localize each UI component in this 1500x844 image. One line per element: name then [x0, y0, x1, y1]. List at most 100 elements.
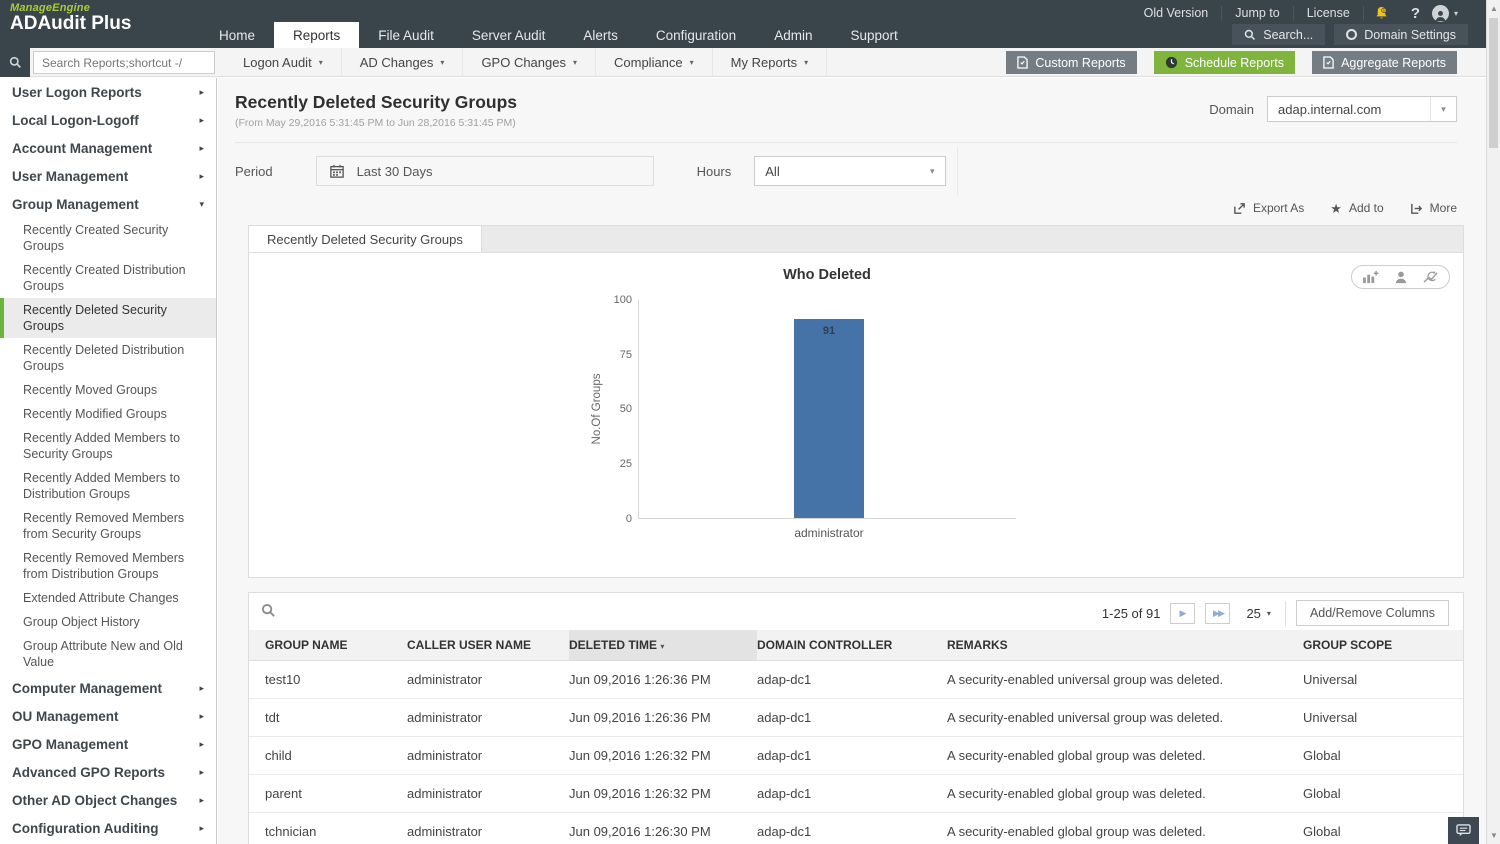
nav-server-audit[interactable]: Server Audit — [453, 22, 565, 48]
topbar-links: Old Version Jump to License ! ? ▾ — [1131, 4, 1458, 22]
col-group-scope[interactable]: GROUP SCOPE — [1303, 630, 1463, 661]
help-icon[interactable]: ? — [1411, 5, 1420, 22]
chevron-down-icon: ▾ — [199, 199, 204, 210]
cell-group-scope: Global — [1303, 775, 1463, 813]
bar-value-label: 91 — [794, 325, 864, 337]
sidebar-item-ou-management[interactable]: OU Management▸ — [0, 702, 216, 730]
search-icon — [1244, 29, 1256, 41]
schedule-reports-button[interactable]: Schedule Reports — [1154, 51, 1295, 74]
global-search-button[interactable]: Search... — [1232, 24, 1325, 45]
menu-compliance[interactable]: Compliance▾ — [596, 48, 713, 77]
old-version-link[interactable]: Old Version — [1131, 6, 1223, 20]
refresh-chart-icon[interactable] — [1423, 270, 1439, 284]
chevron-down-icon: ▾ — [804, 58, 808, 67]
tab-recently-deleted-security-groups[interactable]: Recently Deleted Security Groups — [249, 226, 482, 252]
user-menu[interactable]: ▾ — [1432, 5, 1458, 22]
menu-logon-audit[interactable]: Logon Audit▾ — [225, 48, 342, 77]
sidebar-item-group-management[interactable]: Group Management▾ — [0, 190, 216, 218]
table-row[interactable]: child administrator Jun 09,2016 1:26:32 … — [249, 737, 1463, 775]
sidebar-item-user-logon-reports[interactable]: User Logon Reports▸ — [0, 78, 216, 106]
cell-domain-controller: adap-dc1 — [757, 699, 947, 737]
menu-gpo-changes[interactable]: GPO Changes▾ — [463, 48, 596, 77]
sidebar-subitem[interactable]: Recently Created Security Groups — [0, 218, 216, 258]
add-remove-columns-button[interactable]: Add/Remove Columns — [1296, 600, 1449, 626]
col-deleted-time[interactable]: DELETED TIME ▾ — [569, 630, 757, 661]
col-group-name[interactable]: GROUP NAME — [249, 630, 407, 661]
report-search-input[interactable] — [33, 51, 215, 74]
sidebar-subitem[interactable]: Group Object History — [0, 610, 216, 634]
nav-alerts[interactable]: Alerts — [564, 22, 637, 48]
sidebar-subitem[interactable]: Recently Created Distribution Groups — [0, 258, 216, 298]
nav-reports[interactable]: Reports — [274, 22, 359, 48]
page-size-select[interactable]: 25 ▾ — [1246, 606, 1270, 621]
y-axis-label: No.Of Groups — [591, 344, 603, 474]
cell-group-name: test10 — [249, 661, 407, 699]
custom-reports-button[interactable]: Custom Reports — [1006, 51, 1136, 74]
scroll-up-icon[interactable]: ▲ — [1487, 4, 1500, 13]
table-search-icon[interactable] — [261, 603, 276, 618]
nav-support[interactable]: Support — [831, 22, 916, 48]
export-as-link[interactable]: Export As — [1233, 201, 1304, 215]
scroll-down-icon[interactable]: ▼ — [1487, 831, 1500, 840]
cell-remarks: A security-enabled universal group was d… — [947, 699, 1303, 737]
sidebar-item-user-management[interactable]: User Management▸ — [0, 162, 216, 190]
sidebar-subitem[interactable]: Recently Added Members to Distribution G… — [0, 466, 216, 506]
table-row[interactable]: tdt administrator Jun 09,2016 1:26:36 PM… — [249, 699, 1463, 737]
domain-select[interactable]: adap.internal.com ▾ — [1267, 96, 1457, 122]
license-link[interactable]: License — [1294, 6, 1364, 20]
sidebar-item-advanced-gpo-reports[interactable]: Advanced GPO Reports▸ — [0, 758, 216, 786]
sidebar-subitem-selected[interactable]: Recently Deleted Security Groups — [0, 298, 216, 338]
period-input[interactable]: Last 30 Days — [316, 156, 654, 186]
sidebar-subitem[interactable]: Recently Added Members to Security Group… — [0, 426, 216, 466]
table-row[interactable]: test10 administrator Jun 09,2016 1:26:36… — [249, 661, 1463, 699]
col-remarks[interactable]: REMARKS — [947, 630, 1303, 661]
sidebar-item-gpo-management[interactable]: GPO Management▸ — [0, 730, 216, 758]
sidebar-item-local-logon-logoff[interactable]: Local Logon-Logoff▸ — [0, 106, 216, 134]
scrollbar-thumb[interactable] — [1489, 18, 1498, 148]
menu-ad-changes[interactable]: AD Changes▾ — [342, 48, 464, 77]
sidebar-item-account-management[interactable]: Account Management▸ — [0, 134, 216, 162]
jump-to-link[interactable]: Jump to — [1222, 6, 1293, 20]
sidebar-item-configuration-auditing[interactable]: Configuration Auditing▸ — [0, 814, 216, 842]
nav-configuration[interactable]: Configuration — [637, 22, 755, 48]
menu-my-reports[interactable]: My Reports▾ — [713, 48, 827, 77]
nav-admin[interactable]: Admin — [755, 22, 831, 48]
col-caller-user-name[interactable]: CALLER USER NAME — [407, 630, 569, 661]
table-row[interactable]: tchnician administrator Jun 09,2016 1:26… — [249, 813, 1463, 844]
domain-settings-button[interactable]: Domain Settings — [1334, 24, 1468, 45]
sidebar-subitem[interactable]: Recently Deleted Distribution Groups — [0, 338, 216, 378]
sidebar-subitem[interactable]: Recently Modified Groups — [0, 402, 216, 426]
col-domain-controller[interactable]: DOMAIN CONTROLLER — [757, 630, 947, 661]
cell-deleted-time: Jun 09,2016 1:26:30 PM — [569, 813, 757, 844]
x-category-label: administrator — [759, 526, 899, 540]
period-label: Period — [235, 164, 273, 179]
last-page-button[interactable]: ▶▶ — [1205, 603, 1230, 624]
report-menubar: Logon Audit▾ AD Changes▾ GPO Changes▾ Co… — [225, 48, 827, 77]
feedback-chat-button[interactable] — [1448, 817, 1479, 844]
sidebar-subitem[interactable]: Recently Moved Groups — [0, 378, 216, 402]
sidebar-subitem[interactable]: Recently Removed Members from Security G… — [0, 506, 216, 546]
notification-bell-icon[interactable]: ! — [1374, 6, 1389, 21]
add-chart-icon[interactable] — [1362, 270, 1379, 284]
cell-remarks: A security-enabled global group was dele… — [947, 775, 1303, 813]
cell-remarks: A security-enabled global group was dele… — [947, 737, 1303, 775]
report-doc-icon — [1323, 56, 1334, 69]
sidebar-item-computer-management[interactable]: Computer Management▸ — [0, 674, 216, 702]
sidebar-subitem[interactable]: Group Attribute New and Old Value — [0, 634, 216, 674]
sidebar-subitem[interactable]: Recently Removed Members from Distributi… — [0, 546, 216, 586]
nav-file-audit[interactable]: File Audit — [359, 22, 453, 48]
sidebar-item-other-ad-object-changes[interactable]: Other AD Object Changes▸ — [0, 786, 216, 814]
sidebar-search-button[interactable] — [0, 48, 30, 77]
add-to-link[interactable]: ★ Add to — [1330, 201, 1383, 215]
next-page-button[interactable]: ▶ — [1170, 603, 1195, 624]
more-link[interactable]: More — [1410, 201, 1457, 215]
vertical-scrollbar[interactable]: ▲ ▼ — [1486, 0, 1500, 844]
sidebar-subitem[interactable]: Extended Attribute Changes — [0, 586, 216, 610]
hours-select[interactable]: All ▾ — [754, 156, 946, 186]
user-chart-icon[interactable] — [1394, 270, 1408, 284]
main-content: Recently Deleted Security Groups (From M… — [218, 78, 1486, 844]
table-row[interactable]: parent administrator Jun 09,2016 1:26:32… — [249, 775, 1463, 813]
chart-bar[interactable]: 91 — [794, 319, 864, 518]
nav-home[interactable]: Home — [200, 22, 274, 48]
aggregate-reports-button[interactable]: Aggregate Reports — [1312, 51, 1457, 74]
